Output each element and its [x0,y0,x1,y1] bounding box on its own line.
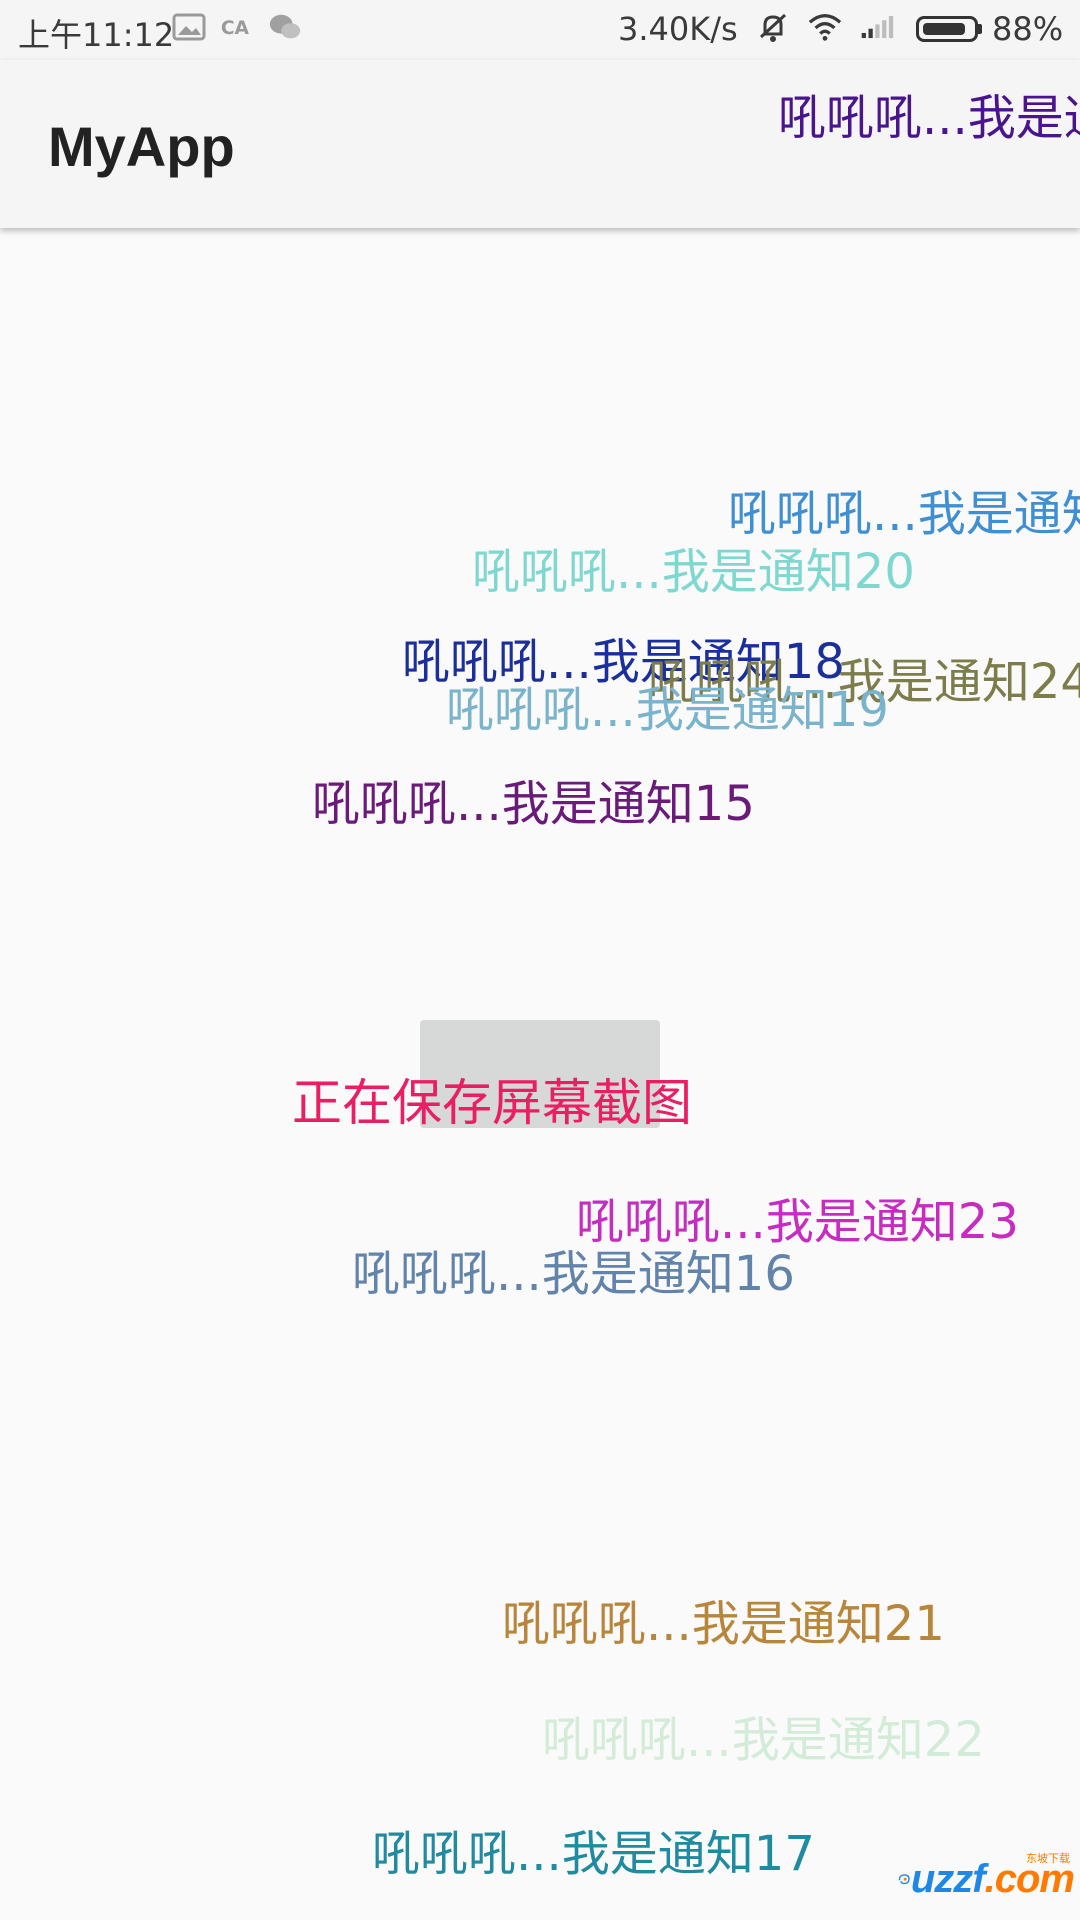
status-time: 上午11:12 [18,16,175,54]
mute-icon [759,13,787,42]
svg-text:CA: CA [221,18,250,39]
notification-text: 吼吼吼...我是通知17 [372,1826,815,1882]
status-right-icons [756,10,894,44]
battery-tip [978,24,982,34]
notification-text: 吼吼吼...我是通知22 [542,1712,985,1768]
gallery-icon [172,13,206,41]
toast-message: 正在保存屏幕截图 [292,1074,692,1132]
ca-icon: CA [221,18,250,39]
watermark-cn-text: 东坡下载 [1026,1852,1070,1865]
notification-text: 吼吼吼...我是通知19 [446,682,889,738]
battery-percent: 88% [992,10,1064,48]
battery-icon [916,16,978,42]
notification-text: 吼吼吼...我是通知21 [502,1596,945,1652]
notification-text: 吼吼吼...我是通知 [728,486,1080,542]
network-speed: 3.40K/s [618,10,738,48]
app-title: MyApp [48,115,235,178]
signal-icon [861,15,894,39]
status-left-icons: CA [172,12,302,42]
swirl-logo-icon [898,1874,910,1885]
notification-text: 吼吼吼...我是通 [778,90,1080,146]
watermark-logo: uzzf.com 东坡下载 [898,1850,1075,1908]
wechat-icon [269,14,301,39]
status-bar: 上午11:12 CA 3.40K/s 88% [0,0,1080,60]
app-bar: MyApp 吼吼吼...我是通 [0,60,1080,228]
battery-level [923,23,965,35]
notification-text: 吼吼吼...我是通知20 [472,544,915,600]
wifi-icon [808,14,842,41]
notification-text: 吼吼吼...我是通知15 [312,776,755,832]
notification-text: 吼吼吼...我是通知23 [576,1194,1019,1250]
notification-text: 吼吼吼...我是通知16 [352,1246,795,1302]
